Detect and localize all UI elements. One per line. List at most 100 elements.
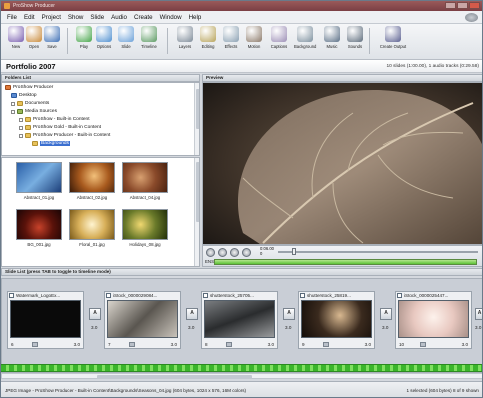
menu-slide[interactable]: Slide — [90, 14, 104, 21]
tree-item[interactable]: Documents — [11, 100, 49, 107]
menu-project[interactable]: Project — [42, 14, 61, 21]
proshow-window: ProShow Producer File Edit Project Show … — [0, 0, 483, 398]
tree-item[interactable]: ProShow Producer — [5, 84, 53, 91]
file-thumbnail[interactable]: Abstract_02.jpg — [69, 162, 115, 200]
tree-item[interactable]: Desktop — [11, 92, 37, 99]
transition-duration[interactable]: 3.0 — [475, 325, 481, 330]
slide-card[interactable]: iStock_0000029084... 7 3.0 — [104, 291, 181, 349]
stop-button[interactable] — [230, 248, 239, 257]
slide-checkbox[interactable] — [9, 293, 14, 298]
slide-checkbox[interactable] — [300, 293, 305, 298]
transition-duration[interactable]: 3.0 — [91, 325, 97, 330]
expand-icon[interactable] — [19, 125, 23, 130]
transition-duration[interactable]: 3.0 — [285, 325, 291, 330]
scroll-thumb[interactable] — [97, 374, 252, 379]
folder-icon — [25, 125, 31, 130]
file-thumbnail[interactable]: Holidays_08.jpg — [122, 209, 168, 247]
play-button[interactable]: Play — [73, 26, 95, 49]
scroll-thumb[interactable] — [195, 162, 199, 222]
slide-settings-icon[interactable] — [129, 342, 135, 347]
time-readout: 0:06.00 0 — [260, 246, 274, 256]
slide-settings-icon[interactable] — [32, 342, 38, 347]
slide-card[interactable]: iStock_0000025447... 10 3.0 — [395, 291, 472, 349]
slide-duration[interactable]: 3.0 — [365, 342, 371, 347]
menu-show[interactable]: Show — [68, 14, 83, 21]
music-button[interactable]: Music — [321, 26, 343, 49]
menu-audio[interactable]: Audio — [111, 14, 127, 21]
audio-track-waveform[interactable] — [214, 259, 477, 265]
slide-number: 9 — [302, 342, 305, 347]
maximize-button[interactable] — [457, 2, 468, 9]
file-thumbnail[interactable]: BG_001.jpg — [16, 209, 62, 247]
slide-card[interactable]: Watermark_LogoEx... 6 3.0 — [7, 291, 84, 349]
playback-slider[interactable] — [278, 248, 478, 255]
slider-knob[interactable] — [292, 248, 296, 255]
slide-duration[interactable]: 3.0 — [462, 342, 468, 347]
soundtrack-strip[interactable] — [1, 364, 482, 372]
tree-item[interactable]: Media Sources — [11, 108, 57, 115]
tree-item[interactable]: ProShow Producer - Built-in Content — [19, 132, 110, 139]
menu-file[interactable]: File — [7, 14, 17, 21]
expand-icon[interactable] — [11, 101, 15, 106]
expand-icon[interactable] — [19, 117, 23, 122]
slide-checkbox[interactable] — [203, 293, 208, 298]
transition-button[interactable]: A — [89, 308, 101, 320]
tree-scrollbar[interactable] — [194, 83, 199, 155]
file-thumbnail[interactable]: Floral_01.jpg — [69, 209, 115, 247]
file-list-scrollbar[interactable] — [194, 158, 199, 266]
effects-button[interactable]: Effects — [220, 26, 242, 49]
slide-list-scrollbar[interactable] — [1, 373, 482, 379]
tree-item[interactable]: ProShow - Built-in Content — [19, 116, 90, 123]
editing-button[interactable]: Editing — [197, 26, 219, 49]
collapse-icon[interactable] — [19, 133, 23, 138]
file-thumbnail[interactable]: Abstract_04.jpg — [122, 162, 168, 200]
status-file-info: JPEG Image - ProShow Producer - Built-in… — [5, 388, 247, 393]
main-toolbar: New Open Save Play Options Slide Timelin… — [1, 24, 482, 60]
transition-button[interactable]: A — [186, 308, 198, 320]
minimize-button[interactable] — [445, 2, 456, 9]
menu-create[interactable]: Create — [134, 14, 153, 21]
play-pause-button[interactable] — [218, 248, 227, 257]
slide-checkbox[interactable] — [397, 293, 402, 298]
motion-button[interactable]: Motion — [243, 26, 265, 49]
tree-item[interactable]: ProShow Gold - Built-in Content — [19, 124, 101, 131]
tree-item-selected[interactable]: Backgrounds — [32, 140, 70, 147]
app-icon — [4, 3, 10, 9]
menu-edit[interactable]: Edit — [24, 14, 35, 21]
status-selection-info: 1 selected (604 bytes) 8 of 9 shown — [406, 388, 479, 393]
scroll-thumb[interactable] — [195, 89, 199, 129]
slide-duration[interactable]: 3.0 — [171, 342, 177, 347]
slide-checkbox[interactable] — [106, 293, 111, 298]
slide-settings-icon[interactable] — [420, 342, 426, 347]
create-output-button[interactable]: Create Output — [378, 26, 408, 49]
slide-card[interactable]: shutterstock_25705... 8 3.0 — [201, 291, 278, 349]
layers-button[interactable]: Layers — [174, 26, 196, 49]
rewind-button[interactable] — [206, 248, 215, 257]
background-button[interactable]: Background — [294, 26, 316, 49]
collapse-icon[interactable] — [11, 109, 15, 114]
options-button[interactable]: Options — [93, 26, 115, 49]
fast-forward-button[interactable] — [242, 248, 251, 257]
transition-duration[interactable]: 3.0 — [188, 325, 194, 330]
slide-settings-icon[interactable] — [323, 342, 329, 347]
transition-button[interactable]: A — [380, 308, 392, 320]
close-button[interactable] — [469, 2, 480, 9]
menu-help[interactable]: Help — [189, 14, 202, 21]
slide-settings-icon[interactable] — [226, 342, 232, 347]
menu-window[interactable]: Window — [160, 14, 182, 21]
save-button[interactable]: Save — [41, 26, 63, 49]
preview-leaf-image — [203, 83, 482, 244]
captions-button[interactable]: Captions — [268, 26, 290, 49]
timeline-button[interactable]: Timeline — [138, 26, 160, 49]
file-list: Abstract_01.jpg Abstract_02.jpg Abstract… — [1, 157, 200, 267]
slide-button[interactable]: Slide — [115, 26, 137, 49]
slide-duration[interactable]: 3.0 — [74, 342, 80, 347]
file-thumbnail[interactable]: Abstract_01.jpg — [16, 162, 62, 200]
slide-card[interactable]: shutterstock_25819... 9 3.0 — [298, 291, 375, 349]
transition-button[interactable]: A — [475, 308, 482, 320]
slide-image — [204, 300, 275, 338]
sounds-button[interactable]: Sounds — [344, 26, 366, 49]
slide-duration[interactable]: 3.0 — [268, 342, 274, 347]
transition-button[interactable]: A — [283, 308, 295, 320]
transition-duration[interactable]: 3.0 — [382, 325, 388, 330]
